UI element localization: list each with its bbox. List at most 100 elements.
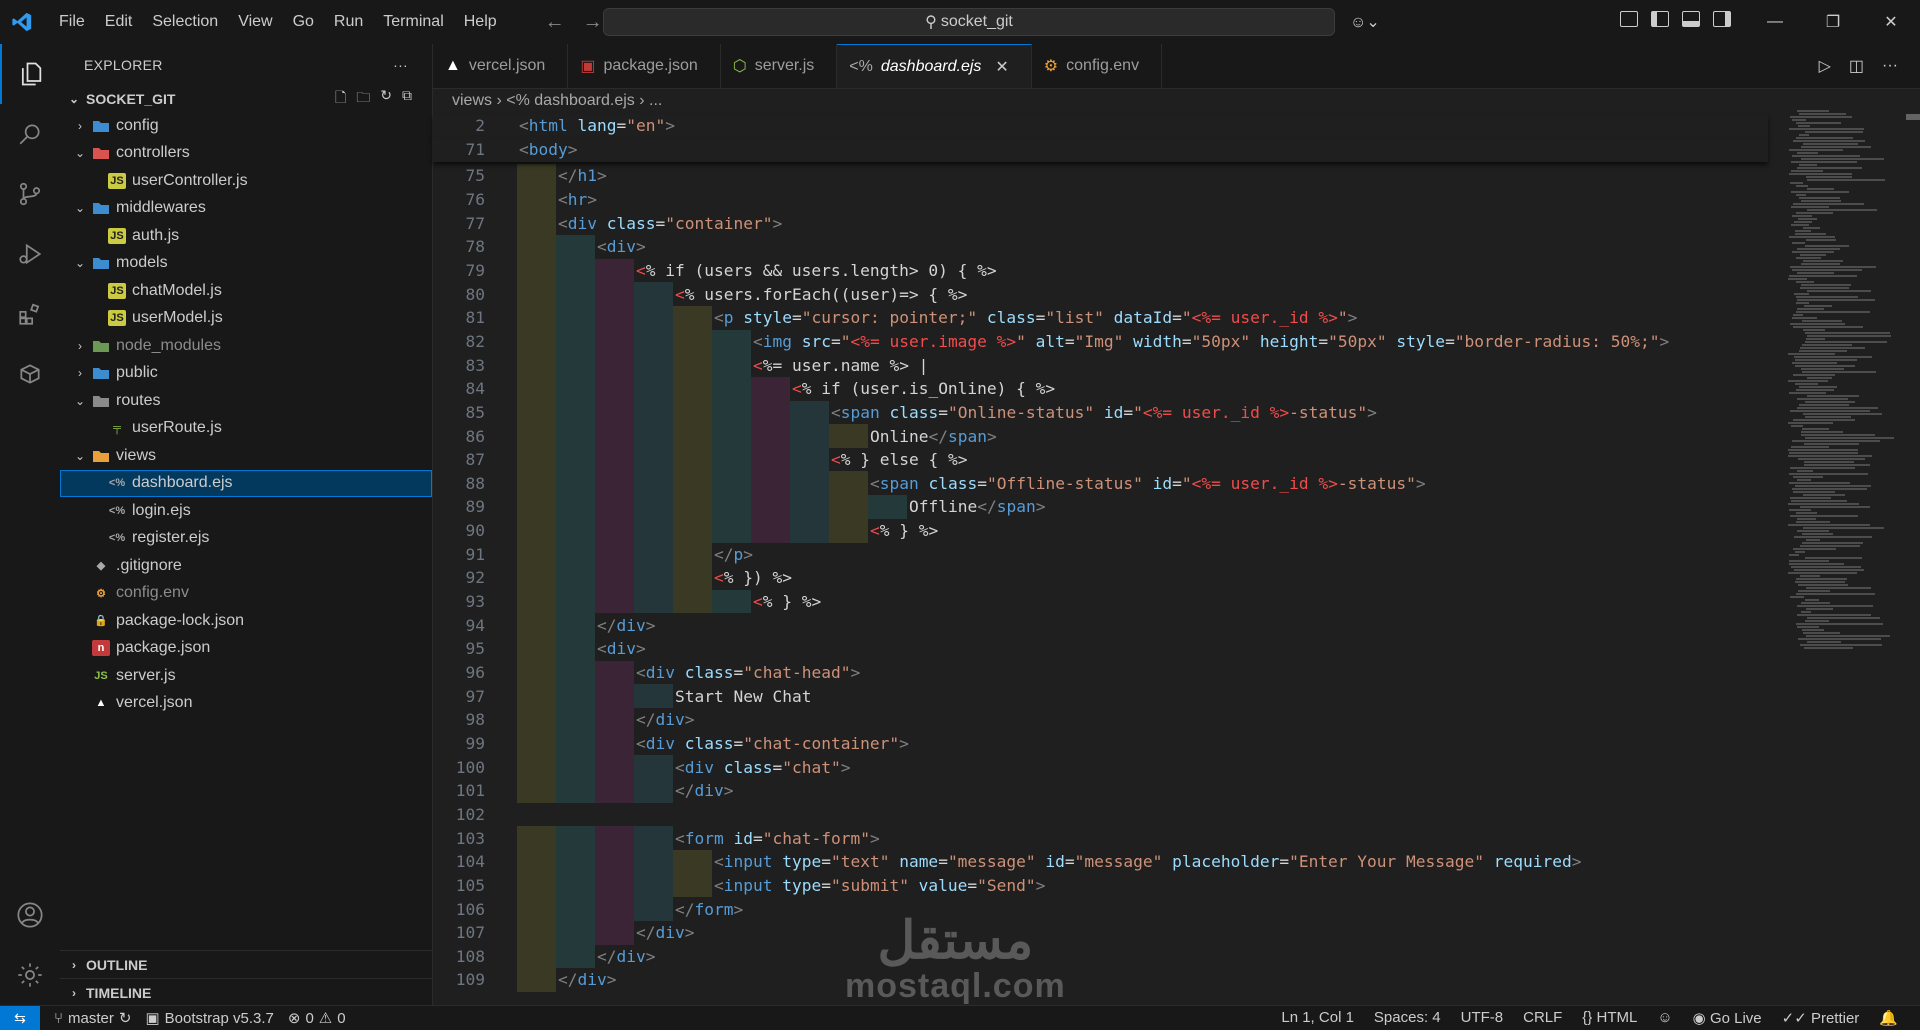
tree-item-chatmodel-js[interactable]: JS chatModel.js [60,277,432,305]
code-line[interactable]: 107 </div> [433,920,1768,945]
tree-item-public[interactable]: › public [60,360,432,388]
tab-dashboard-ejs[interactable]: <% dashboard.ejs ✕ [837,44,1032,88]
scrollbar-thumb[interactable] [1906,114,1920,120]
tree-item-config[interactable]: › config [60,112,432,140]
remote-explorer-icon[interactable] [0,344,60,404]
menu-item-file[interactable]: File [49,13,95,31]
breadcrumb-file[interactable]: dashboard.ejs [534,92,635,109]
code-line[interactable]: 89 Offline</span> [433,495,1768,519]
source-control-icon[interactable] [0,164,60,224]
minimize-icon[interactable]: — [1746,0,1804,44]
code-line[interactable]: 84 <% if (user.is_Online) { %> [433,376,1768,401]
tree-item-gitignore[interactable]: ◆ .gitignore [60,552,432,580]
code-line[interactable]: 108 </div> [433,944,1768,969]
menu-item-go[interactable]: Go [283,13,324,31]
tree-item-node-modules[interactable]: › node_modules [60,332,432,360]
code-line[interactable]: 102 [433,803,1768,827]
more-actions-icon[interactable]: ··· [393,57,408,73]
menu-item-edit[interactable]: Edit [95,13,143,31]
refresh-icon[interactable]: ↻ [380,87,392,111]
new-folder-icon[interactable]: 🗀 [356,87,370,111]
menu-item-run[interactable]: Run [324,13,373,31]
menu-item-help[interactable]: Help [454,13,507,31]
search-view-icon[interactable] [0,104,60,164]
prettier-button[interactable]: ✓✓ Prettier [1782,1009,1860,1027]
menu-item-selection[interactable]: Selection [142,13,228,31]
extensions-icon[interactable] [0,284,60,344]
sticky-scroll-line[interactable]: 2 <html lang="en"> [433,114,1768,138]
code-line[interactable]: 77 <div class="container"> [433,211,1768,236]
more-actions-icon[interactable]: ··· [1882,57,1898,75]
tab-server-js[interactable]: ⬡ server.js [721,44,838,88]
cursor-position[interactable]: Ln 1, Col 1 [1281,1009,1354,1027]
code-line[interactable]: 109 </div> [433,968,1768,992]
tree-item-usercontroller-js[interactable]: JS userController.js [60,167,432,195]
code-line[interactable]: 83 <%= user.name %> | [433,353,1768,377]
code-line[interactable]: 103 <form id="chat-form"> [433,826,1768,850]
code-line[interactable]: 99 <div class="chat-container"> [433,731,1768,756]
tree-item-routes[interactable]: ⌄ routes [60,387,432,415]
copilot-status-icon[interactable]: ☺ [1657,1009,1672,1027]
tab-package-json[interactable]: ▣ package.json [568,44,721,88]
tree-item-userroute-js[interactable]: ╤ userRoute.js [60,415,432,443]
tree-item-usermodel-js[interactable]: JS userModel.js [60,305,432,333]
tree-item-config-env[interactable]: ⚙ config.env [60,580,432,608]
outline-section[interactable]: › OUTLINE [60,950,432,978]
code-line[interactable]: 106 </form> [433,897,1768,921]
workspace-folder[interactable]: ⌄ SOCKET_GIT 🗋 🗀 ↻ ⧉ [60,86,432,112]
code-line[interactable]: 78 <div> [433,234,1768,259]
code-line[interactable]: 100 <div class="chat"> [433,755,1768,780]
tree-item-server-js[interactable]: JS server.js [60,662,432,690]
code-line[interactable]: 76 <hr> [433,187,1768,212]
code-line[interactable]: 79 <% if (users && users.length> 0) { %> [433,258,1768,283]
bootstrap-indicator[interactable]: ▣ Bootstrap v5.3.7 [145,1009,273,1028]
code-line[interactable]: 81 <p style="cursor: pointer;" class="lis… [433,305,1768,330]
code-line[interactable]: 94 </div> [433,613,1768,638]
split-editor-icon[interactable]: ◫ [1849,56,1864,76]
code-line[interactable]: 97 Start New Chat [433,684,1768,709]
sticky-scroll-line[interactable]: 71 <body> [433,137,1768,162]
code-line[interactable]: 104 <input type="text" name="message" id=… [433,849,1768,874]
tab-config-env[interactable]: ⚙ config.env [1032,44,1163,88]
tree-item-vercel-json[interactable]: ▲ vercel.json [60,690,432,718]
language-mode[interactable]: {} HTML [1582,1009,1637,1027]
code-line[interactable]: 101 </div> [433,778,1768,803]
breadcrumb-more[interactable]: ... [649,92,662,109]
code-line[interactable]: 87 <% } else { %> [433,447,1768,472]
menu-item-terminal[interactable]: Terminal [373,13,453,31]
branch-indicator[interactable]: ⑂ master ↻ [54,1009,131,1028]
code-line[interactable]: 80 <% users.forEach((user)=> { %> [433,282,1768,307]
account-icon[interactable] [0,885,60,945]
tree-item-auth-js[interactable]: JS auth.js [60,222,432,250]
menu-item-view[interactable]: View [228,13,282,31]
code-line[interactable]: 85 <span class="Online-status" id="<%= us… [433,400,1768,425]
code-line[interactable]: 91 </p> [433,542,1768,567]
breadcrumb-folder[interactable]: views [452,92,492,109]
vscode-logo-icon[interactable] [11,11,33,33]
run-icon[interactable]: ▷ [1819,56,1831,76]
collapse-all-icon[interactable]: ⧉ [402,87,412,111]
tree-item-controllers[interactable]: ⌄ controllers [60,140,432,168]
customize-layout-icon[interactable] [1620,11,1638,27]
back-arrow-icon[interactable]: ← [545,11,565,34]
code-line[interactable]: 90 <% } %> [433,518,1768,543]
code-line[interactable]: 93 <% } %> [433,589,1768,614]
tab-vercel-json[interactable]: ▲ vercel.json [433,44,569,88]
tree-item-models[interactable]: ⌄ models [60,250,432,278]
run-debug-icon[interactable] [0,224,60,284]
line-endings[interactable]: CRLF [1523,1009,1562,1027]
encoding[interactable]: UTF-8 [1461,1009,1504,1027]
timeline-section[interactable]: › TIMELINE [60,978,432,1006]
notifications-bell-icon[interactable]: 🔔 [1879,1009,1898,1027]
code-line[interactable]: 75 </h1> [433,164,1768,188]
tree-item-register-ejs[interactable]: <% register.ejs [60,525,432,553]
code-line[interactable]: 82 <img src="<%= user.image %>" alt="Img"… [433,329,1768,354]
command-center-search[interactable]: ⚲ socket_git [603,8,1335,36]
tree-item-views[interactable]: ⌄ views [60,442,432,470]
toggle-secondary-sidebar-icon[interactable] [1713,11,1731,27]
code-line[interactable]: 98 </div> [433,707,1768,732]
restore-icon[interactable]: ❐ [1804,0,1862,44]
minimap[interactable] [1782,110,1902,650]
code-editor[interactable]: 75 </h1> 76 <hr> 77 <div class="container"> 78… [433,114,1768,1005]
remote-indicator-icon[interactable]: ⇆ [0,1006,40,1030]
